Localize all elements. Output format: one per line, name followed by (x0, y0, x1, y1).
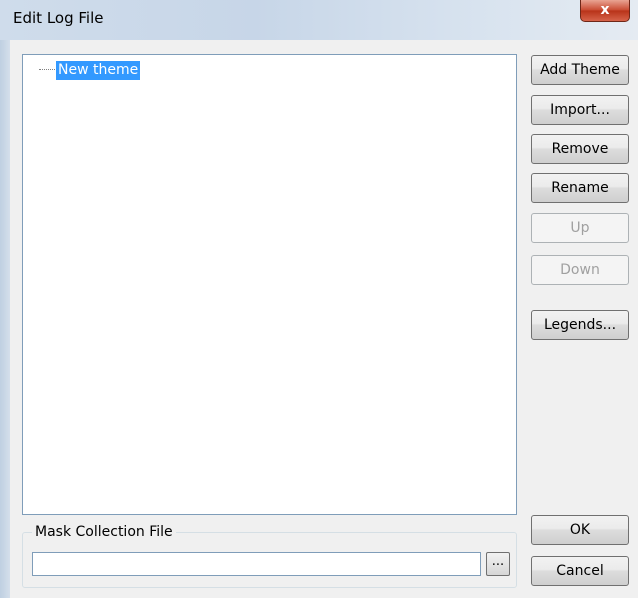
mask-collection-label: Mask Collection File (32, 524, 176, 540)
browse-button[interactable]: ... (486, 552, 510, 576)
window-left-border (0, 40, 10, 598)
close-icon: x (600, 2, 610, 18)
up-button[interactable]: Up (531, 213, 629, 243)
remove-button[interactable]: Remove (531, 134, 629, 164)
mask-collection-file-input[interactable] (32, 552, 481, 576)
tree-connector-line (39, 69, 55, 70)
ok-button[interactable]: OK (531, 515, 629, 545)
down-button[interactable]: Down (531, 255, 629, 285)
rename-button[interactable]: Rename (531, 173, 629, 203)
cancel-button[interactable]: Cancel (531, 556, 629, 586)
window-title: Edit Log File (13, 9, 104, 27)
tree-item-new-theme[interactable]: New theme (56, 61, 141, 80)
import-button[interactable]: Import... (531, 95, 629, 125)
add-theme-button[interactable]: Add Theme (531, 55, 629, 85)
legends-button[interactable]: Legends... (531, 310, 629, 340)
theme-tree[interactable]: New theme (22, 54, 517, 515)
title-bar: Edit Log File x (0, 0, 638, 40)
close-button[interactable]: x (580, 0, 630, 22)
